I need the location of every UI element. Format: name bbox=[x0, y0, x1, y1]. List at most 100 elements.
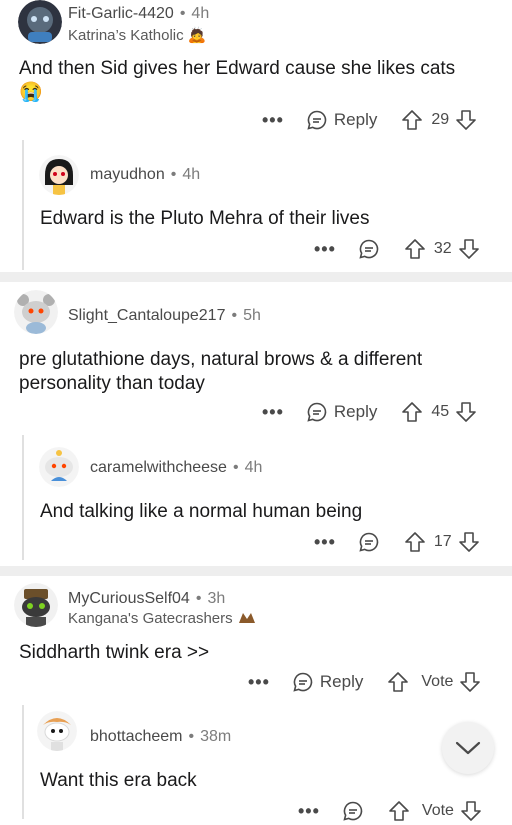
comment-body: pre glutathione days, natural brows & a … bbox=[19, 348, 499, 396]
flair-text: Kangana's Gatecrashers bbox=[68, 610, 233, 627]
username[interactable]: mayudhon bbox=[90, 166, 165, 183]
more-options-button[interactable]: ••• bbox=[314, 532, 336, 553]
comment-actions: ••• Vote bbox=[298, 797, 482, 825]
comment-text: And then Sid gives her Edward cause she … bbox=[19, 58, 456, 79]
reply-button[interactable] bbox=[358, 531, 386, 553]
more-options-button[interactable]: ••• bbox=[314, 239, 336, 260]
upvote-arrow-icon[interactable] bbox=[401, 401, 423, 423]
thread-divider bbox=[0, 566, 512, 576]
more-options-button[interactable]: ••• bbox=[262, 110, 284, 131]
reply-bubble-icon bbox=[307, 402, 327, 422]
flair-badge-icon bbox=[238, 613, 255, 623]
upvote-arrow-icon[interactable] bbox=[404, 238, 426, 260]
comment-header: caramelwithcheese • 4h bbox=[90, 459, 262, 477]
user-avatar-icon bbox=[39, 447, 79, 487]
avatar[interactable] bbox=[39, 447, 79, 487]
comment-text: personality than today bbox=[19, 373, 205, 394]
comment-text: Siddharth twink era >> bbox=[19, 642, 210, 663]
thread-divider bbox=[0, 272, 512, 282]
downvote-arrow-icon[interactable] bbox=[459, 671, 481, 693]
comment-emoji: 😭 bbox=[19, 82, 43, 103]
separator-dot: • bbox=[170, 166, 177, 183]
vote-label: Vote bbox=[421, 673, 454, 690]
flair-emoji: 🙇 bbox=[187, 27, 207, 44]
vote-count: 29 bbox=[431, 111, 450, 128]
downvote-arrow-icon[interactable] bbox=[455, 109, 477, 131]
reply-bubble-icon bbox=[293, 672, 313, 692]
more-options-button[interactable]: ••• bbox=[262, 402, 284, 423]
separator-dot: • bbox=[179, 5, 186, 22]
vote-label: Vote bbox=[421, 802, 454, 819]
comment-header: Slight_Cantaloupe217 • 5h bbox=[68, 307, 261, 325]
username[interactable]: caramelwithcheese bbox=[90, 459, 227, 476]
reply-button[interactable]: Reply bbox=[292, 671, 363, 693]
vote-group: 29 bbox=[401, 109, 477, 131]
timestamp: 5h bbox=[243, 307, 261, 324]
separator-dot: • bbox=[232, 459, 239, 476]
collapse-thread-button[interactable] bbox=[442, 722, 494, 774]
avatar[interactable] bbox=[37, 711, 77, 751]
upvote-arrow-icon[interactable] bbox=[401, 109, 423, 131]
comment-header: mayudhon • 4h bbox=[90, 166, 200, 184]
user-avatar-icon bbox=[14, 583, 58, 627]
more-options-button[interactable]: ••• bbox=[248, 672, 270, 693]
thread-line bbox=[22, 435, 24, 560]
comment-header: MyCuriousSelf04 • 3h bbox=[68, 590, 225, 608]
vote-group: 32 bbox=[404, 238, 480, 260]
reply-button[interactable]: Reply bbox=[306, 401, 377, 423]
avatar[interactable] bbox=[18, 0, 62, 44]
more-options-button[interactable]: ••• bbox=[298, 801, 320, 822]
comment-actions: ••• Reply 29 bbox=[262, 106, 477, 134]
comment-text: pre glutathione days, natural brows & a … bbox=[19, 349, 423, 370]
timestamp: 4h bbox=[244, 459, 263, 476]
comment-actions: ••• 32 bbox=[314, 235, 480, 263]
comment-header: Fit-Garlic-4420 • 4h bbox=[68, 5, 209, 23]
reply-label: Reply bbox=[333, 402, 378, 421]
username[interactable]: Fit-Garlic-4420 bbox=[68, 5, 174, 22]
reply-label: Reply bbox=[333, 110, 378, 129]
comment-actions: ••• 17 bbox=[314, 528, 480, 556]
avatar[interactable] bbox=[39, 155, 79, 195]
thread-line bbox=[22, 705, 24, 819]
vote-count: 17 bbox=[433, 533, 452, 550]
downvote-arrow-icon[interactable] bbox=[458, 531, 480, 553]
upvote-arrow-icon[interactable] bbox=[387, 671, 409, 693]
timestamp: 4h bbox=[182, 166, 201, 183]
reply-button[interactable] bbox=[358, 238, 386, 260]
timestamp: 38m bbox=[200, 728, 232, 745]
avatar[interactable] bbox=[14, 290, 58, 334]
separator-dot: • bbox=[188, 728, 195, 745]
comment-text: Want this era back bbox=[40, 770, 197, 791]
vote-group: Vote bbox=[387, 671, 481, 693]
reply-bubble-icon bbox=[359, 239, 379, 259]
thread-line bbox=[22, 140, 24, 270]
avatar[interactable] bbox=[14, 583, 58, 627]
timestamp: 3h bbox=[207, 590, 226, 607]
user-flair: Katrina’s Katholic 🙇 bbox=[68, 26, 206, 44]
vote-group: 17 bbox=[404, 531, 480, 553]
downvote-arrow-icon[interactable] bbox=[458, 238, 480, 260]
vote-count: 32 bbox=[433, 240, 452, 257]
upvote-arrow-icon[interactable] bbox=[404, 531, 426, 553]
flair-text: Katrina’s Katholic bbox=[68, 27, 184, 44]
vote-group: 45 bbox=[401, 401, 477, 423]
user-flair: Kangana's Gatecrashers bbox=[68, 610, 257, 627]
timestamp: 4h bbox=[191, 5, 210, 22]
comment-text: And talking like a normal human being bbox=[40, 501, 363, 522]
username[interactable]: bhottacheem bbox=[90, 728, 183, 745]
user-avatar-icon bbox=[18, 0, 62, 44]
user-avatar-icon bbox=[39, 155, 79, 195]
reply-bubble-icon bbox=[307, 110, 327, 130]
comment-header: bhottacheem • 38m bbox=[90, 728, 231, 746]
comment-body: And then Sid gives her Edward cause she … bbox=[19, 57, 499, 105]
username[interactable]: MyCuriousSelf04 bbox=[68, 590, 190, 607]
reply-label: Reply bbox=[319, 672, 364, 691]
user-avatar-icon bbox=[37, 711, 77, 751]
chevron-down-icon bbox=[455, 741, 481, 755]
vote-count: 45 bbox=[431, 403, 450, 420]
separator-dot: • bbox=[195, 590, 202, 607]
username[interactable]: Slight_Cantaloupe217 bbox=[68, 307, 225, 324]
reply-button[interactable]: Reply bbox=[306, 109, 377, 131]
downvote-arrow-icon[interactable] bbox=[455, 401, 477, 423]
user-avatar-icon bbox=[14, 290, 58, 334]
